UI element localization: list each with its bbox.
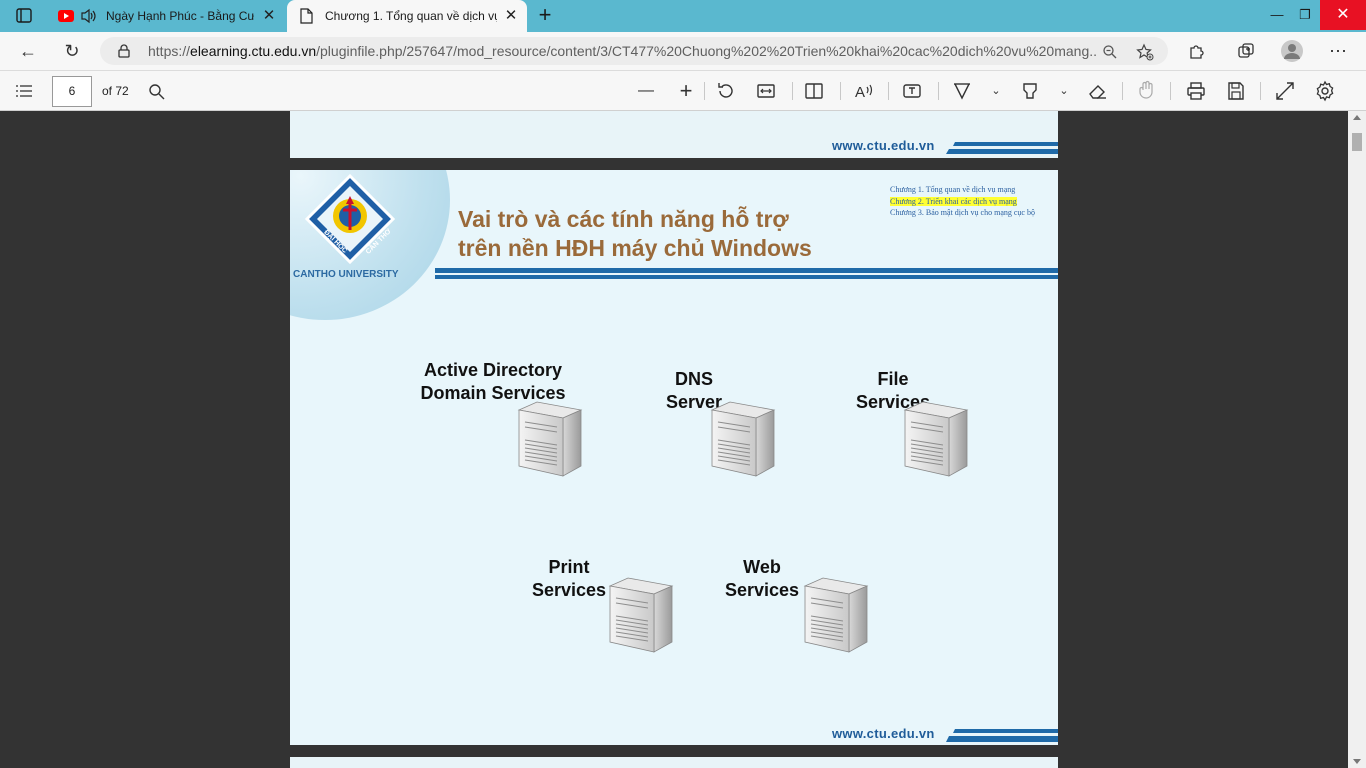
- add-text-icon[interactable]: [900, 79, 924, 103]
- lock-icon[interactable]: [118, 44, 130, 58]
- tab-pdf-active[interactable]: Chương 1. Tổng quan về dịch vụ ✕: [287, 0, 527, 32]
- slide-footer-url: www.ctu.edu.vn: [832, 726, 935, 741]
- url-domain: elearning.ctu.edu.vn: [190, 43, 317, 59]
- separator: [840, 82, 841, 100]
- chapter-link[interactable]: Chương 1. Tổng quan về dịch vụ mạng: [890, 185, 1015, 194]
- address-bar[interactable]: https://elearning.ctu.edu.vn/pluginfile.…: [100, 37, 1168, 65]
- service-label-web: Web Services: [717, 556, 807, 602]
- tab-actions-button[interactable]: [10, 7, 38, 25]
- gear-icon[interactable]: [1313, 79, 1337, 103]
- rotate-icon[interactable]: [714, 79, 738, 103]
- previous-page: www.ctu.edu.vn: [290, 111, 1058, 158]
- zoom-icon[interactable]: [1102, 44, 1118, 60]
- separator: [938, 82, 939, 100]
- touch-write-icon[interactable]: [1134, 79, 1158, 103]
- footer-stripe: [946, 729, 1058, 742]
- scroll-up-arrow-icon[interactable]: [1353, 115, 1361, 120]
- zoom-in-button[interactable]: +: [674, 79, 698, 103]
- separator: [888, 82, 889, 100]
- url-text[interactable]: https://elearning.ctu.edu.vn/pluginfile.…: [148, 43, 1098, 59]
- server-icon: [711, 401, 775, 477]
- address-bar-row: ← ↻ https://elearning.ctu.edu.vn/pluginf…: [0, 32, 1366, 70]
- new-tab-button[interactable]: +: [533, 4, 557, 28]
- restore-button[interactable]: ❐: [1288, 0, 1322, 30]
- service-label-line: Services: [531, 580, 607, 600]
- title-bar: Ngày Hạnh Phúc - Bằng Cườ ✕ Chương 1. Tổ…: [0, 0, 1366, 32]
- service-label-line: Print: [548, 557, 590, 577]
- header-stripe: [435, 268, 1058, 273]
- svg-text:A: A: [855, 84, 865, 101]
- page-view-icon[interactable]: [802, 79, 826, 103]
- highlight-options-chevron-icon[interactable]: ⌄: [1052, 79, 1076, 103]
- add-favorite-icon[interactable]: [1136, 43, 1154, 61]
- close-tab-icon[interactable]: ✕: [503, 8, 519, 24]
- footer-stripe: [946, 142, 1058, 154]
- university-name: CANTHO UNIVERSITY: [293, 269, 399, 280]
- table-of-contents-icon[interactable]: [15, 83, 33, 99]
- tab-youtube[interactable]: Ngày Hạnh Phúc - Bằng Cườ ✕: [50, 0, 285, 32]
- page-count: of 72: [102, 84, 129, 98]
- document-icon: [300, 8, 313, 24]
- chapter-link[interactable]: Chương 3. Bảo mật dịch vụ cho mạng cục b…: [890, 208, 1035, 217]
- vertical-scrollbar[interactable]: [1348, 111, 1366, 768]
- tab-actions-icon: [16, 8, 32, 23]
- university-logo: ĐẠI HỌC CẦN THƠ: [305, 174, 395, 264]
- eraser-icon[interactable]: [1086, 79, 1110, 103]
- page-number-input[interactable]: 6: [52, 76, 92, 107]
- slide-page: ĐẠI HỌC CẦN THƠ CANTHO UNIVERSITY Vai tr…: [290, 170, 1058, 745]
- service-label-print: Print Services: [524, 556, 614, 602]
- service-label-line: Active Directory: [423, 360, 563, 380]
- back-button[interactable]: ←: [14, 38, 42, 64]
- tab-label: Chương 1. Tổng quan về dịch vụ: [325, 9, 497, 23]
- header-stripe: [435, 275, 1058, 279]
- draw-options-chevron-icon[interactable]: ⌄: [984, 79, 1008, 103]
- extensions-icon[interactable]: [1188, 42, 1206, 60]
- scroll-down-arrow-icon[interactable]: [1353, 759, 1361, 764]
- separator: [792, 82, 793, 100]
- server-icon: [609, 577, 673, 653]
- fit-page-icon[interactable]: [754, 79, 778, 103]
- slide-title-line1: Vai trò và các tính năng hỗ trợ: [458, 206, 789, 232]
- server-icon: [904, 401, 968, 477]
- close-tab-icon[interactable]: ✕: [261, 8, 277, 24]
- separator: [1170, 82, 1171, 100]
- profile-avatar-icon[interactable]: [1280, 39, 1304, 63]
- service-label-active-directory: Active Directory Domain Services: [415, 359, 571, 405]
- pdf-toolbar: 6 of 72 — + A ⌄ ⌄: [0, 70, 1366, 111]
- scroll-thumb[interactable]: [1352, 133, 1362, 151]
- service-label-line: Services: [724, 580, 800, 600]
- print-icon[interactable]: [1184, 79, 1208, 103]
- slide-title: Vai trò và các tính năng hỗ trợ trên nền…: [458, 205, 878, 263]
- separator: [1122, 82, 1123, 100]
- slide-title-line2: trên nền HĐH máy chủ Windows: [458, 235, 812, 261]
- next-page: [290, 757, 1058, 768]
- separator: [1260, 82, 1261, 100]
- service-label-line: File: [877, 369, 909, 389]
- server-icon: [804, 577, 868, 653]
- search-icon[interactable]: [148, 83, 165, 100]
- fullscreen-icon[interactable]: [1273, 79, 1297, 103]
- highlight-icon[interactable]: [1018, 79, 1042, 103]
- page-footer-url: www.ctu.edu.vn: [832, 138, 935, 153]
- separator: [704, 82, 705, 100]
- window-close-button[interactable]: ✕: [1320, 0, 1366, 30]
- url-prefix: https://: [148, 43, 191, 59]
- chapter-link-current[interactable]: Chương 2. Triển khai các dịch vụ mạng: [890, 197, 1017, 206]
- pdf-viewer[interactable]: www.ctu.edu.vn ĐẠI HỌC CẦN THƠ CANTHO UN…: [0, 111, 1348, 768]
- read-aloud-icon[interactable]: A: [852, 79, 876, 103]
- url-path: /pluginfile.php/257647/mod_resource/cont…: [316, 43, 1098, 59]
- server-icon: [518, 401, 582, 477]
- service-label-line: DNS: [674, 369, 713, 389]
- tab-label: Ngày Hạnh Phúc - Bằng Cườ: [106, 9, 254, 23]
- settings-more-button[interactable]: ⋯: [1324, 38, 1352, 64]
- draw-icon[interactable]: [950, 79, 974, 103]
- service-label-line: Web: [743, 557, 781, 577]
- speaker-icon[interactable]: [80, 8, 98, 24]
- youtube-icon: [58, 10, 74, 22]
- collections-icon[interactable]: [1237, 42, 1255, 60]
- zoom-out-button[interactable]: —: [634, 79, 658, 103]
- save-icon[interactable]: [1224, 79, 1248, 103]
- refresh-button[interactable]: ↻: [58, 38, 86, 64]
